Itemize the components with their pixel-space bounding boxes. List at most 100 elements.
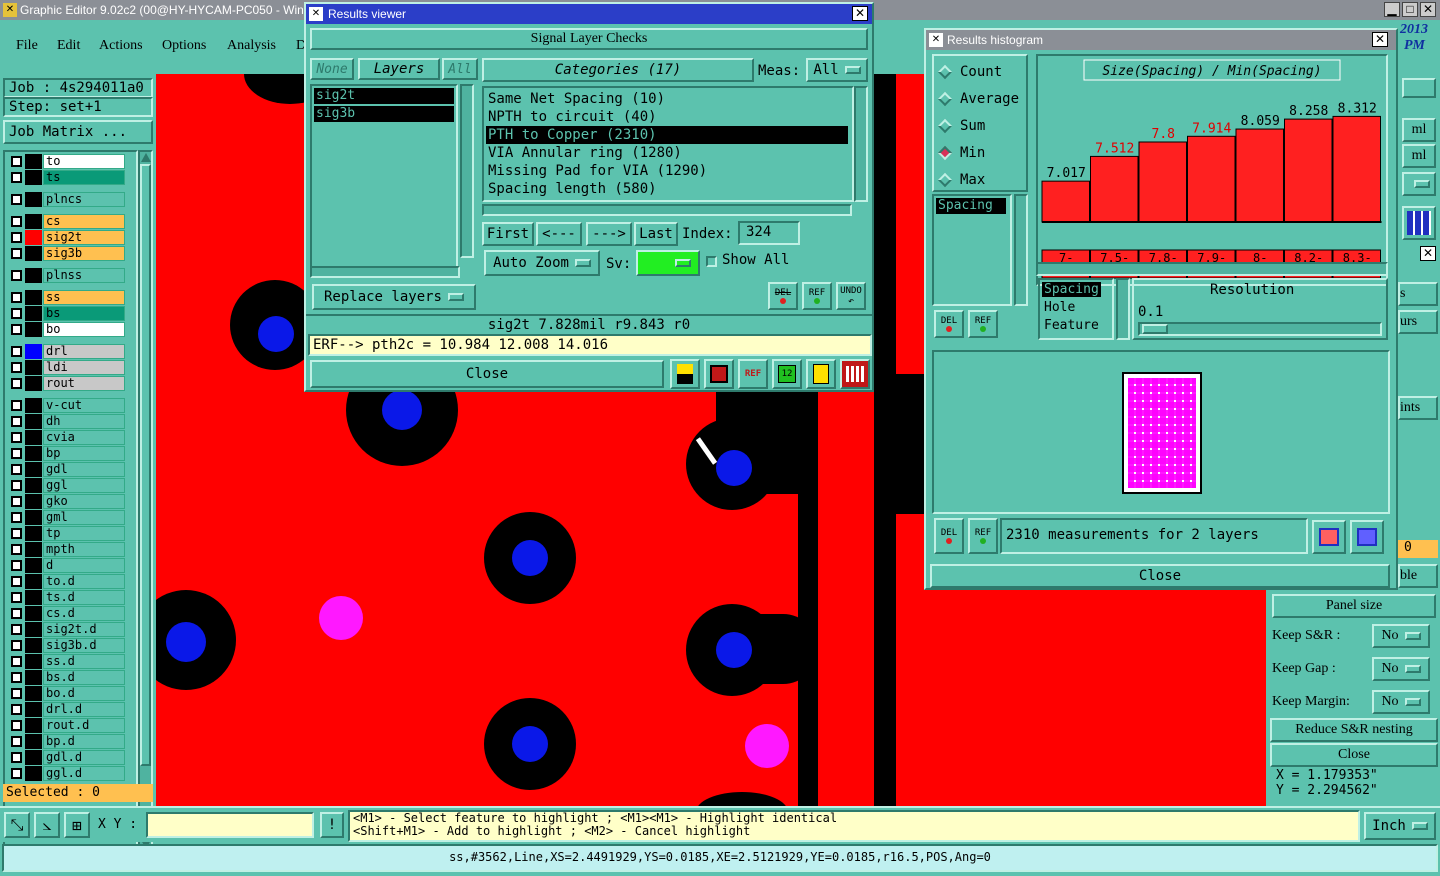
layer-name[interactable]: ts.d — [43, 590, 125, 605]
layer-name[interactable]: ggl.d — [43, 766, 125, 781]
scroll-up-arrow-icon[interactable] — [141, 153, 151, 162]
layer-color-swatch[interactable] — [25, 766, 42, 781]
units-select[interactable]: Inch — [1364, 812, 1436, 840]
numbering-icon[interactable]: 12 — [772, 359, 802, 389]
layer-row[interactable]: ss — [11, 290, 125, 305]
color-palette-icon[interactable] — [670, 359, 700, 389]
hist-ref-button[interactable]: REF — [968, 310, 998, 338]
first-button[interactable]: First — [482, 222, 534, 246]
next-button[interactable]: ---> — [586, 222, 632, 246]
layer-name[interactable]: ss — [43, 290, 125, 305]
feature-type-list[interactable]: Spacing Hole Feature — [1038, 278, 1114, 340]
layer-color-swatch[interactable] — [25, 322, 42, 337]
prev-button[interactable]: <--- — [536, 222, 582, 246]
hist-del-button[interactable]: DEL — [934, 310, 964, 338]
layer-row[interactable]: gko — [11, 494, 125, 509]
category-item[interactable]: Missing Pad for VIA (1290) — [486, 162, 848, 180]
feature-type-scroll[interactable] — [1116, 278, 1130, 340]
right-item-ml-2[interactable]: ml — [1402, 144, 1436, 168]
layer-checkbox[interactable] — [11, 544, 22, 555]
feature-type-feature[interactable]: Feature — [1044, 318, 1099, 333]
layer-list-vscroll[interactable] — [460, 84, 474, 258]
layer-row[interactable]: plncs — [11, 192, 125, 207]
categories-list[interactable]: Same Net Spacing (10) NPTH to circuit (40… — [482, 86, 854, 202]
layer-row[interactable]: to — [11, 154, 125, 169]
layer-item-sig2t[interactable]: sig2t — [314, 88, 454, 104]
right-item-ints[interactable]: ints — [1398, 396, 1438, 420]
all-layers-button[interactable]: All — [442, 58, 478, 80]
grid-snap-icon[interactable]: ⊞ — [64, 812, 90, 838]
layer-color-swatch[interactable] — [25, 718, 42, 733]
reduce-sr-nesting-button[interactable]: Reduce S&R nesting — [1270, 718, 1438, 742]
layer-row[interactable]: sig2t.d — [11, 622, 125, 637]
layer-name[interactable]: d — [43, 558, 125, 573]
layer-row[interactable]: bo.d — [11, 686, 125, 701]
layer-name[interactable]: ldi — [43, 360, 125, 375]
layer-row[interactable]: sig3b — [11, 246, 125, 261]
mode-radio-min[interactable]: Min — [937, 145, 985, 161]
mode-radio-average[interactable]: Average — [937, 91, 1019, 107]
layer-color-swatch[interactable] — [25, 360, 42, 375]
layer-row[interactable]: bp.d — [11, 734, 125, 749]
layer-checkbox[interactable] — [11, 496, 22, 507]
right-item-s[interactable]: s — [1398, 282, 1438, 306]
right-item-ble[interactable]: ble — [1398, 564, 1438, 588]
menu-analysis[interactable]: Analysis — [227, 38, 276, 54]
none-button[interactable]: None — [310, 58, 354, 80]
last-button[interactable]: Last — [634, 222, 678, 246]
minimize-button[interactable]: ▁ — [1384, 2, 1400, 17]
layer-row[interactable]: gml — [11, 510, 125, 525]
layer-row[interactable]: bs.d — [11, 670, 125, 685]
layer-row[interactable]: ldi — [11, 360, 125, 375]
layer-name[interactable]: rout — [43, 376, 125, 391]
report-list-icon[interactable] — [806, 359, 836, 389]
layer-checkbox[interactable] — [11, 194, 22, 205]
layer-name[interactable]: drl — [43, 344, 125, 359]
layer-row[interactable]: bp — [11, 446, 125, 461]
layer-color-swatch[interactable] — [25, 558, 42, 573]
layer-row[interactable]: gdl — [11, 462, 125, 477]
layer-color-swatch[interactable] — [25, 246, 42, 261]
layer-color-swatch[interactable] — [25, 306, 42, 321]
layer-row[interactable]: mpth — [11, 542, 125, 557]
export-chart-icon[interactable] — [1312, 520, 1346, 554]
layer-color-swatch[interactable] — [25, 574, 42, 589]
layer-name[interactable]: sig2t.d — [43, 622, 125, 637]
layer-name[interactable]: sig2t — [43, 230, 125, 245]
layer-name[interactable]: ts — [43, 170, 125, 185]
layer-checkbox[interactable] — [11, 324, 22, 335]
layer-color-swatch[interactable] — [25, 622, 42, 637]
keep-gap-select[interactable]: No — [1372, 657, 1430, 681]
close-icon[interactable]: ✕ — [1372, 32, 1388, 47]
del-button[interactable]: DEL — [768, 282, 798, 310]
layer-color-swatch[interactable] — [25, 268, 42, 283]
right-toolbar-button[interactable] — [1402, 78, 1436, 98]
measure-tool-icon[interactable]: ⦣ — [34, 812, 60, 838]
layer-checkbox[interactable] — [11, 362, 22, 373]
layer-color-swatch[interactable] — [25, 654, 42, 669]
layer-checkbox[interactable] — [11, 656, 22, 667]
layer-checkbox[interactable] — [11, 378, 22, 389]
layer-row[interactable]: bo — [11, 322, 125, 337]
layer-checkbox[interactable] — [11, 560, 22, 571]
layer-color-swatch[interactable] — [25, 290, 42, 305]
mode-radio-sum[interactable]: Sum — [937, 118, 985, 134]
layer-row[interactable]: rout — [11, 376, 125, 391]
layer-checkbox[interactable] — [11, 270, 22, 281]
layer-name[interactable]: gko — [43, 494, 125, 509]
close-icon[interactable]: ✕ — [852, 6, 868, 21]
feature-type-spacing[interactable]: Spacing — [1042, 282, 1101, 297]
histogram-icon[interactable] — [840, 359, 870, 389]
layer-name[interactable]: ss.d — [43, 654, 125, 669]
menu-file[interactable]: File — [16, 38, 38, 54]
right-item-ml[interactable]: ml — [1402, 118, 1436, 142]
layer-row[interactable]: d — [11, 558, 125, 573]
xy-input[interactable] — [146, 812, 314, 838]
hist-bottom-del-button[interactable]: DEL — [934, 518, 964, 554]
layer-color-swatch[interactable] — [25, 526, 42, 541]
layer-row[interactable]: cvia — [11, 430, 125, 445]
layer-row[interactable]: sig3b.d — [11, 638, 125, 653]
layer-name[interactable]: gml — [43, 510, 125, 525]
layer-name[interactable]: cvia — [43, 430, 125, 445]
scroll-thumb[interactable] — [140, 164, 151, 766]
